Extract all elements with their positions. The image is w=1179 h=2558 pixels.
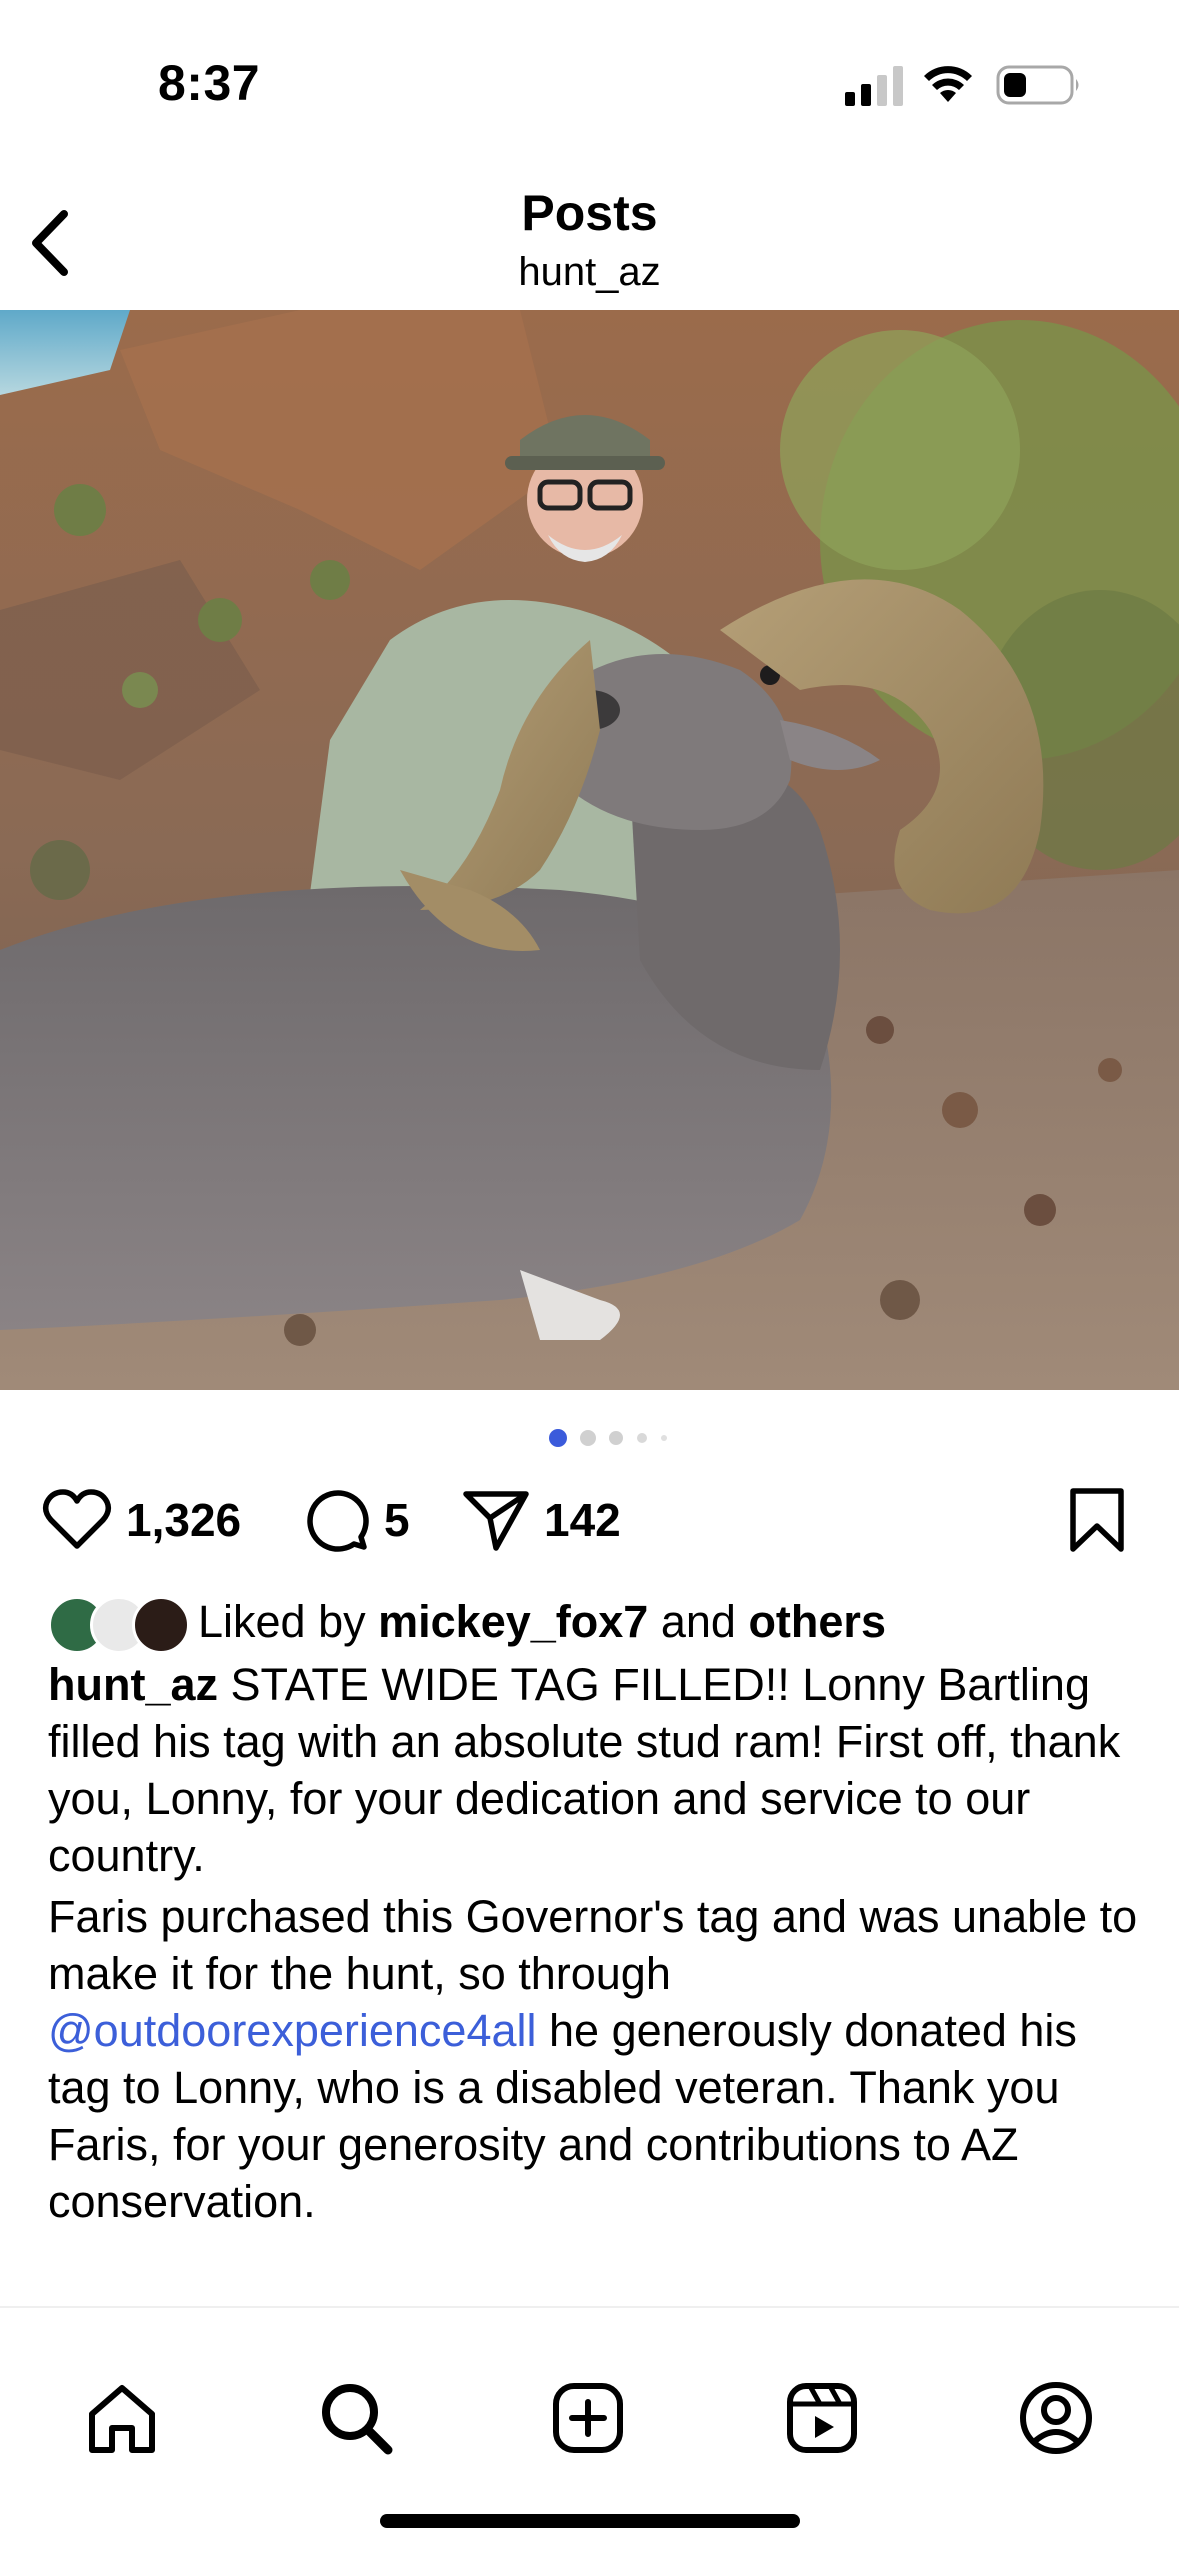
search-icon[interactable] [316, 2378, 396, 2458]
post-actions: 1,326 5 142 [0, 1470, 1179, 1570]
reels-icon[interactable] [782, 2378, 862, 2458]
page-subtitle-username[interactable]: hunt_az [0, 250, 1179, 295]
comment-icon [307, 1490, 369, 1552]
battery-icon [996, 65, 1079, 105]
liked-by-row[interactable]: Liked by mickey_fox7 and others [48, 1592, 886, 1654]
home-icon[interactable] [82, 2378, 162, 2458]
posts-header: Posts hunt_az [0, 170, 1179, 310]
bookmark-icon[interactable] [1068, 1486, 1126, 1554]
share-button[interactable]: 142 [462, 1470, 621, 1570]
page-title: Posts [521, 185, 658, 241]
post-photo[interactable] [0, 310, 1179, 1390]
create-icon[interactable] [548, 2378, 628, 2458]
liked-by-others[interactable]: others [748, 1596, 886, 1648]
caption-paragraph-1: hunt_az STATE WIDE TAG FILLED!! Lonny Ba… [48, 1656, 1138, 1884]
comment-count: 5 [384, 1494, 410, 1546]
post-image [0, 310, 1179, 1390]
liked-by-and: and [660, 1596, 736, 1647]
avatar [132, 1596, 190, 1654]
wifi-icon [924, 66, 972, 102]
status-time: 8:37 [158, 55, 261, 111]
caption-text-2a: Faris purchased this Governor's tag and … [48, 1891, 1138, 1999]
profile-icon[interactable] [1016, 2378, 1096, 2458]
caption-username[interactable]: hunt_az [48, 1659, 218, 1710]
cellular-signal-icon [845, 66, 903, 106]
liked-by-prefix: Liked by [198, 1596, 366, 1647]
bottom-tab-bar [0, 2306, 1179, 2558]
post-caption: hunt_az STATE WIDE TAG FILLED!! Lonny Ba… [48, 1656, 1138, 2234]
send-icon [463, 1491, 529, 1551]
caption-paragraph-2: Faris purchased this Governor's tag and … [48, 1888, 1138, 2230]
comment-button[interactable]: 5 [304, 1470, 410, 1570]
share-count: 142 [544, 1494, 621, 1546]
caption-mention-link[interactable]: @outdoorexperience4all [48, 2005, 537, 2056]
heart-icon [42, 1489, 112, 1549]
liked-by-avatars [48, 1594, 190, 1654]
like-count: 1,326 [126, 1494, 242, 1546]
status-bar: 8:37 [0, 0, 1179, 170]
like-button[interactable]: 1,326 [42, 1470, 241, 1570]
carousel-indicator [549, 1429, 667, 1447]
home-indicator [380, 2514, 800, 2528]
liked-by-user[interactable]: mickey_fox7 [378, 1596, 648, 1648]
